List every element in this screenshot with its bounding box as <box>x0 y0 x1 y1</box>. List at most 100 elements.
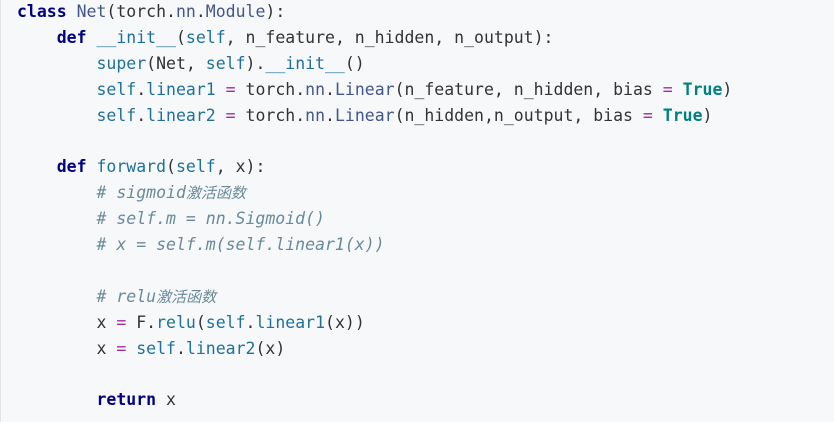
code-token-nm <box>17 80 96 99</box>
code-token-tru: True <box>682 79 723 99</box>
code-token-fn: linear2 <box>146 105 216 125</box>
code-token-nm: (n_hidden,n_output, bias <box>394 105 643 125</box>
code-line: # self.m = nn.Sigmoid() <box>17 206 834 232</box>
code-token-nm: ( <box>195 312 206 332</box>
code-token-cls: nn <box>305 79 326 99</box>
code-token-nm <box>87 157 97 176</box>
code-token-nm: . <box>175 338 186 358</box>
code-token-nm: ) <box>722 79 733 99</box>
code-token-kw: def <box>56 157 87 177</box>
code-block: class Net(torch.nn.Module): def __init__… <box>0 0 834 422</box>
code-token-nm <box>126 339 136 358</box>
code-token-nm <box>87 28 97 47</box>
code-line: x = self.linear2(x) <box>17 336 834 362</box>
code-token-self: self <box>175 157 216 177</box>
code-token-nm <box>17 390 96 409</box>
code-token-nm: . <box>325 79 335 99</box>
code-token-cls: Linear <box>334 79 395 99</box>
code-token-nm: (Net, <box>146 53 206 73</box>
code-token-self: self <box>96 105 137 125</box>
code-token-nm: . <box>325 105 335 125</box>
code-token-nm <box>653 106 663 125</box>
code-token-nm <box>216 106 226 125</box>
code-token-nm <box>17 235 96 254</box>
code-token-nm: , x): <box>215 157 266 177</box>
code-token-nm: . <box>136 79 147 99</box>
code-token-cmt-cjk: 激活函数 <box>185 184 246 203</box>
code-token-cls: Module <box>205 2 266 21</box>
code-line: # sigmoid激活函数 <box>17 180 834 206</box>
code-token-op: = <box>662 79 673 99</box>
code-token-self: self <box>96 79 137 99</box>
code-line: return x <box>17 387 834 413</box>
code-token-kw: return <box>96 390 157 410</box>
code-token-nm: (x)) <box>325 312 365 332</box>
code-token-fn: forward <box>96 157 167 177</box>
code-token-dun: __init__ <box>96 27 176 47</box>
code-line: # x = self.m(self.linear1(x)) <box>17 232 834 258</box>
code-token-fn: super <box>96 53 147 73</box>
code-token-cmt: # self.m = nn.Sigmoid() <box>96 209 325 229</box>
code-token-op: = <box>116 312 127 332</box>
code-line: def forward(self, x): <box>17 154 834 180</box>
code-token-kw: class <box>17 2 67 21</box>
code-token-nm: ): <box>265 2 286 21</box>
code-token-nm <box>17 209 96 228</box>
code-token-nm: ). <box>245 53 266 73</box>
code-token-nm <box>17 28 57 47</box>
code-token-nm <box>17 157 57 176</box>
code-token-op: = <box>116 338 127 358</box>
code-token-nm: x <box>17 312 117 332</box>
code-token-nm <box>17 287 96 306</box>
code-token-nm: . <box>136 105 147 125</box>
code-line: self.linear1 = torch.nn.Linear(n_feature… <box>17 77 834 103</box>
code-token-nm <box>67 2 77 21</box>
code-token-cls: Net <box>76 2 107 21</box>
code-token-nm: torch. <box>235 105 306 125</box>
code-token-nm: x <box>156 390 176 410</box>
code-token-nm: , n_feature, n_hidden, n_output): <box>225 27 554 47</box>
code-token-nm: torch. <box>235 79 306 99</box>
code-line: self.linear2 = torch.nn.Linear(n_hidden,… <box>17 103 834 129</box>
code-token-nm: ( <box>175 27 186 47</box>
code-token-nm: . <box>245 312 256 332</box>
code-token-tru: True <box>662 105 703 125</box>
code-token-cls: nn <box>175 2 196 21</box>
code-token-self: self <box>205 312 246 332</box>
code-token-nm <box>673 80 683 99</box>
code-token-cls: nn <box>305 105 326 125</box>
code-token-nm: ( <box>166 157 176 177</box>
code-line: # relu激活函数 <box>17 284 834 310</box>
code-token-op: = <box>225 105 236 125</box>
code-token-fn: linear2 <box>185 338 256 358</box>
code-token-kw: def <box>56 27 87 47</box>
code-token-cmt: # x = self.m(self.linear1(x)) <box>96 235 385 255</box>
code-line: x = F.relu(self.linear1(x)) <box>17 310 834 336</box>
code-token-cmt-cjk: 激活函数 <box>156 287 217 306</box>
code-token-nm: (x) <box>255 338 286 358</box>
code-token-nm: F. <box>126 312 157 332</box>
code-token-cls: Linear <box>334 105 395 125</box>
code-token-cmt: # sigmoid <box>96 183 186 203</box>
code-token-fn: linear1 <box>146 79 216 99</box>
code-token-self: self <box>205 53 246 73</box>
code-token-nm: (n_feature, n_hidden, bias <box>394 79 663 99</box>
code-token-nm <box>17 54 96 73</box>
code-line: super(Net, self).__init__() <box>17 51 834 77</box>
code-token-nm: . <box>195 2 206 21</box>
code-line: def __init__(self, n_feature, n_hidden, … <box>17 25 834 51</box>
code-token-dun: __init__ <box>265 53 345 73</box>
code-line: class Net(torch.nn.Module): <box>17 0 834 25</box>
code-token-nm <box>216 80 226 99</box>
code-token-self: self <box>185 27 226 47</box>
code-token-op: = <box>225 79 236 99</box>
code-token-fn: linear1 <box>255 312 326 332</box>
code-token-cmt: # relu <box>96 286 157 306</box>
code-token-nm <box>17 183 96 202</box>
code-token-nm: (torch. <box>106 2 176 21</box>
code-token-nm: () <box>344 53 365 73</box>
code-token-nm <box>17 106 96 125</box>
